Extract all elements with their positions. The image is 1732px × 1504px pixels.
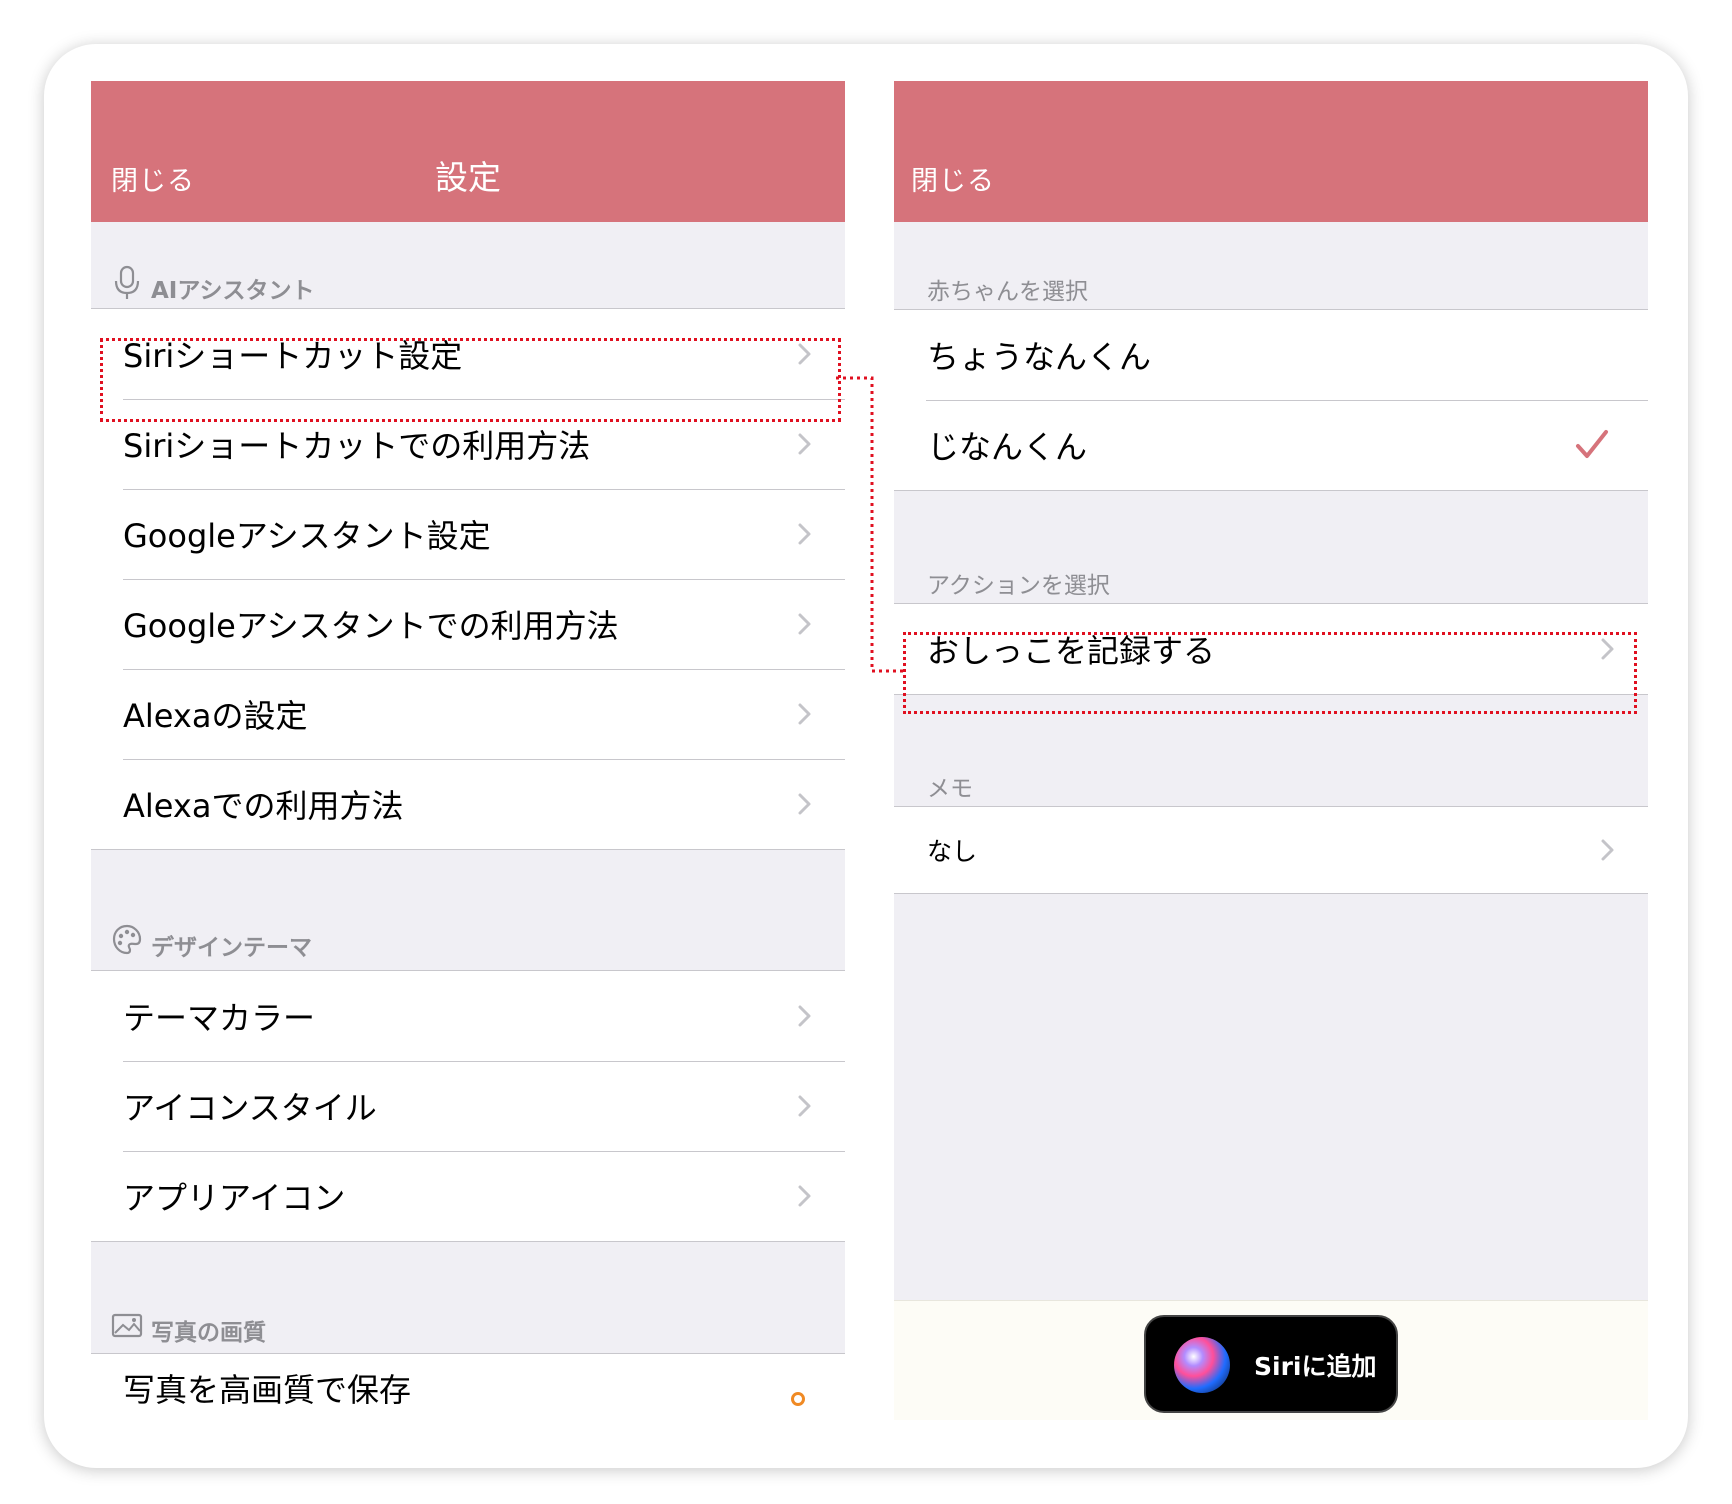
add-to-siri-label: Siriに追加 bbox=[1254, 1352, 1377, 1381]
toggle-switch[interactable] bbox=[791, 1392, 805, 1406]
design-theme-list: テーマカラー アイコンスタイル アプリアイコン bbox=[91, 970, 845, 1242]
chevron-right-icon bbox=[798, 1095, 811, 1117]
list-item-google-assistant-usage[interactable]: Googleアシスタントでの利用方法 bbox=[91, 579, 845, 669]
list-item-baby-first[interactable]: ちょうなんくん bbox=[894, 310, 1648, 400]
list-item-save-high-quality[interactable]: 写真を高画質で保存 bbox=[91, 1354, 845, 1420]
checkmark-icon bbox=[1576, 430, 1608, 458]
row-label: Alexaの設定 bbox=[123, 697, 308, 735]
chevron-right-icon bbox=[798, 703, 811, 725]
section-header-photo-quality: 写真の画質 bbox=[91, 1307, 845, 1347]
bottom-bar: Siriに追加 bbox=[894, 1300, 1648, 1420]
section-header-select-action: アクションを選択 bbox=[894, 560, 1648, 600]
section-header-memo: メモ bbox=[894, 763, 1648, 803]
row-label: Googleアシスタント設定 bbox=[123, 517, 491, 555]
settings-screen: 閉じる 設定 AIアシスタント Siriショートカット設定 Siriショートカッ… bbox=[91, 81, 845, 1420]
list-item-siri-shortcut-usage[interactable]: Siriショートカットでの利用方法 bbox=[91, 399, 845, 489]
list-item-app-icon[interactable]: アプリアイコン bbox=[91, 1151, 845, 1241]
section-header-ai-assistant: AIアシスタント bbox=[91, 265, 845, 305]
chevron-right-icon bbox=[798, 1005, 811, 1027]
nav-bar: 閉じる bbox=[894, 81, 1648, 222]
row-label: Alexaでの利用方法 bbox=[123, 787, 404, 825]
ai-assistant-list: Siriショートカット設定 Siriショートカットでの利用方法 Googleアシ… bbox=[91, 308, 845, 850]
list-item-alexa-usage[interactable]: Alexaでの利用方法 bbox=[91, 759, 845, 849]
chevron-right-icon bbox=[798, 343, 811, 365]
microphone-icon bbox=[114, 265, 140, 299]
list-item-memo[interactable]: なし bbox=[894, 807, 1648, 893]
section-title: 写真の画質 bbox=[151, 1320, 266, 1346]
chevron-right-icon bbox=[1601, 839, 1614, 861]
list-item-record-pee[interactable]: おしっこを記録する bbox=[894, 604, 1648, 694]
chevron-right-icon bbox=[798, 613, 811, 635]
section-title: AIアシスタント bbox=[151, 278, 315, 304]
row-label: おしっこを記録する bbox=[927, 632, 1216, 670]
add-to-siri-button[interactable]: Siriに追加 bbox=[1144, 1315, 1398, 1413]
list-item-google-assistant-settings[interactable]: Googleアシスタント設定 bbox=[91, 489, 845, 579]
photo-quality-list: 写真を高画質で保存 bbox=[91, 1353, 845, 1420]
row-label: アプリアイコン bbox=[123, 1179, 346, 1217]
close-button[interactable]: 閉じる bbox=[911, 159, 995, 198]
row-label: 写真を高画質で保存 bbox=[123, 1371, 412, 1409]
siri-shortcut-screen: 閉じる 赤ちゃんを選択 ちょうなんくん じなんくん アクションを選択 おしっこを… bbox=[894, 81, 1648, 1420]
chevron-right-icon bbox=[798, 523, 811, 545]
row-label: なし bbox=[927, 837, 978, 866]
row-label: ちょうなんくん bbox=[927, 338, 1152, 376]
page-title: 設定 bbox=[435, 158, 501, 197]
section-header-select-baby: 赤ちゃんを選択 bbox=[894, 266, 1648, 306]
list-item-alexa-settings[interactable]: Alexaの設定 bbox=[91, 669, 845, 759]
list-item-siri-shortcut-settings[interactable]: Siriショートカット設定 bbox=[91, 309, 845, 399]
palette-icon bbox=[112, 924, 142, 955]
row-label: Siriショートカットでの利用方法 bbox=[123, 427, 591, 465]
nav-bar: 閉じる 設定 bbox=[91, 81, 845, 222]
section-title: 赤ちゃんを選択 bbox=[927, 279, 1088, 305]
section-title: メモ bbox=[927, 776, 973, 802]
row-label: テーマカラー bbox=[123, 999, 316, 1037]
chevron-right-icon bbox=[798, 433, 811, 455]
row-label: じなんくん bbox=[927, 428, 1088, 466]
row-label: アイコンスタイル bbox=[123, 1089, 377, 1127]
chevron-right-icon bbox=[798, 793, 811, 815]
chevron-right-icon bbox=[798, 1185, 811, 1207]
section-header-design-theme: デザインテーマ bbox=[91, 922, 845, 962]
section-title: デザインテーマ bbox=[151, 935, 312, 961]
row-label: Googleアシスタントでの利用方法 bbox=[123, 607, 619, 645]
row-label: Siriショートカット設定 bbox=[123, 337, 463, 375]
list-item-theme-color[interactable]: テーマカラー bbox=[91, 971, 845, 1061]
action-list: おしっこを記録する bbox=[894, 603, 1648, 695]
siri-icon bbox=[1174, 1337, 1230, 1393]
list-item-icon-style[interactable]: アイコンスタイル bbox=[91, 1061, 845, 1151]
photo-icon bbox=[111, 1313, 143, 1338]
list-item-baby-second[interactable]: じなんくん bbox=[894, 400, 1648, 490]
baby-list: ちょうなんくん じなんくん bbox=[894, 309, 1648, 491]
section-title: アクションを選択 bbox=[927, 573, 1110, 599]
chevron-right-icon bbox=[1601, 638, 1614, 660]
memo-list: なし bbox=[894, 806, 1648, 894]
